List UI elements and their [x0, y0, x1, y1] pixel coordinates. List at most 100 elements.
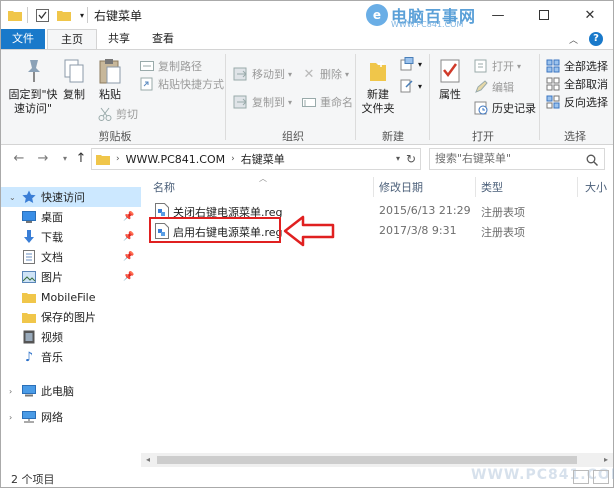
rename-icon	[301, 94, 317, 110]
nav-item-label: 保存的图片	[41, 311, 96, 324]
large-icons-view-icon[interactable]	[593, 470, 609, 484]
back-arrow-icon[interactable]: ←	[11, 151, 27, 167]
cut-button[interactable]: 剪切	[97, 106, 138, 122]
column-divider[interactable]	[577, 177, 578, 197]
nav-item-label: 下载	[41, 231, 63, 244]
window-title: 右键菜单	[94, 9, 143, 23]
properties-icon	[435, 56, 465, 86]
tab-file[interactable]: 文件	[1, 29, 45, 49]
new-folder-quick-icon[interactable]	[56, 7, 72, 23]
tab-view[interactable]: 查看	[141, 29, 185, 49]
music-icon: ♪	[24, 349, 34, 365]
details-view-icon[interactable]	[573, 470, 589, 484]
column-header-name[interactable]: 名称	[153, 179, 175, 195]
edit-label: 编辑	[492, 81, 514, 94]
breadcrumb-item[interactable]: WWW.PC841.COM	[126, 153, 226, 166]
move-to-label: 移动到	[252, 68, 285, 81]
help-icon[interactable]: ?	[589, 32, 603, 46]
horizontal-scrollbar[interactable]: ◂ ▸	[141, 453, 613, 467]
move-to-icon	[233, 66, 249, 82]
nav-item-this-pc[interactable]: › 此电脑	[1, 381, 141, 401]
move-to-button[interactable]: 移动到 ▾	[233, 66, 292, 82]
nav-item-network[interactable]: › 网络	[1, 407, 141, 427]
history-icon	[473, 100, 489, 116]
tab-share[interactable]: 共享	[99, 29, 139, 49]
address-bar[interactable]: › WWW.PC841.COM › 右键菜单 ▾ ↻	[91, 148, 421, 170]
open-button[interactable]: 打开 ▾	[473, 58, 521, 74]
nav-item-saved-pictures[interactable]: 保存的图片	[1, 307, 141, 327]
refresh-icon[interactable]: ↻	[406, 152, 416, 166]
title-bar: ▾ 右键菜单 e 电脑百事网 WWW.PC841.COM — ✕	[1, 1, 613, 29]
scrollbar-thumb[interactable]	[157, 456, 577, 464]
copy-to-button[interactable]: 复制到 ▾	[233, 94, 292, 110]
pin-quick-access-button[interactable]: 固定到"快 速访问"	[5, 54, 61, 116]
column-divider[interactable]	[373, 177, 374, 197]
column-header-type[interactable]: 类型	[481, 179, 503, 195]
maximize-button[interactable]	[521, 1, 567, 29]
close-button[interactable]: ✕	[567, 1, 613, 29]
group-label-clipboard: 剪贴板	[98, 130, 132, 143]
scroll-right-icon[interactable]: ▸	[599, 453, 613, 467]
new-folder-button[interactable]: 新建 文件夹	[357, 54, 399, 116]
chevron-down-icon[interactable]: ⌄	[9, 193, 19, 202]
breadcrumb-chevron-icon: ›	[231, 154, 235, 164]
group-label-select: 选择	[564, 130, 586, 143]
select-all-button[interactable]: 全部选择	[545, 58, 608, 74]
delete-button[interactable]: ✕ 删除 ▾	[301, 66, 349, 82]
copy-path-label: 复制路径	[158, 60, 202, 73]
nav-item-mobilefile[interactable]: MobileFile	[1, 287, 141, 307]
nav-item-documents[interactable]: 文档 📌	[1, 247, 141, 267]
nav-item-quick-access[interactable]: ⌄ 快速访问	[1, 187, 141, 207]
nav-item-label: 文档	[41, 251, 63, 264]
recent-locations-chevron-icon[interactable]: ▾	[57, 151, 73, 167]
properties-check-icon[interactable]	[34, 7, 50, 23]
chevron-right-icon[interactable]: ›	[9, 387, 19, 396]
nav-item-pictures[interactable]: 图片 📌	[1, 267, 141, 287]
easy-access-button[interactable]: ▾	[399, 78, 422, 94]
new-item-button[interactable]: ▾	[399, 56, 422, 72]
copy-button[interactable]: 复制	[59, 54, 89, 102]
address-dropdown-icon[interactable]: ▾	[396, 154, 400, 163]
video-icon	[21, 329, 37, 345]
scroll-left-icon[interactable]: ◂	[141, 453, 155, 467]
up-arrow-icon[interactable]: ↑	[73, 151, 89, 167]
pin-icon[interactable]: 📌	[123, 272, 134, 282]
search-input[interactable]: 搜索"右键菜单"	[429, 148, 605, 170]
pin-icon[interactable]: 📌	[123, 252, 134, 262]
breadcrumb-item[interactable]: 右键菜单	[241, 151, 285, 167]
forward-arrow-icon[interactable]: →	[35, 151, 51, 167]
new-item-icon	[399, 56, 415, 72]
select-none-button[interactable]: 全部取消	[545, 76, 608, 92]
minimize-button[interactable]: —	[475, 1, 521, 29]
chevron-up-icon[interactable]: ︿	[569, 33, 581, 46]
edit-icon	[473, 79, 489, 95]
copy-path-button[interactable]: 复制路径	[139, 58, 202, 74]
pin-icon	[18, 56, 48, 86]
nav-item-desktop[interactable]: 桌面 📌	[1, 207, 141, 227]
paste-button[interactable]: 粘贴	[95, 54, 125, 102]
column-header-size[interactable]: 大小	[585, 179, 607, 195]
pin-icon[interactable]: 📌	[123, 212, 134, 222]
nav-item-downloads[interactable]: 下载 📌	[1, 227, 141, 247]
tab-home[interactable]: 主页	[47, 29, 97, 49]
invert-selection-button[interactable]: 反向选择	[545, 94, 608, 110]
column-header-date[interactable]: 修改日期	[379, 179, 423, 195]
properties-button[interactable]: 属性	[433, 54, 467, 102]
nav-item-videos[interactable]: 视频	[1, 327, 141, 347]
search-icon[interactable]	[586, 153, 598, 166]
rename-button[interactable]: 重命名	[301, 94, 353, 110]
column-divider[interactable]	[475, 177, 476, 197]
paste-shortcut-button[interactable]: 粘贴快捷方式	[139, 76, 224, 92]
group-label-new: 新建	[382, 130, 404, 143]
edit-button[interactable]: 编辑	[473, 79, 514, 95]
pin-icon[interactable]: 📌	[123, 232, 134, 242]
nav-item-label: 网络	[41, 411, 63, 424]
history-button[interactable]: 历史记录	[473, 100, 536, 116]
logo-url: WWW.PC841.COM	[391, 20, 464, 29]
new-folder-label: 新建 文件夹	[361, 88, 395, 115]
file-type: 注册表项	[481, 206, 525, 219]
chevron-right-icon[interactable]: ›	[9, 413, 19, 422]
nav-item-music[interactable]: ♪ 音乐	[1, 347, 141, 367]
copy-icon	[59, 56, 89, 86]
logo-mark-icon: e	[366, 4, 388, 26]
